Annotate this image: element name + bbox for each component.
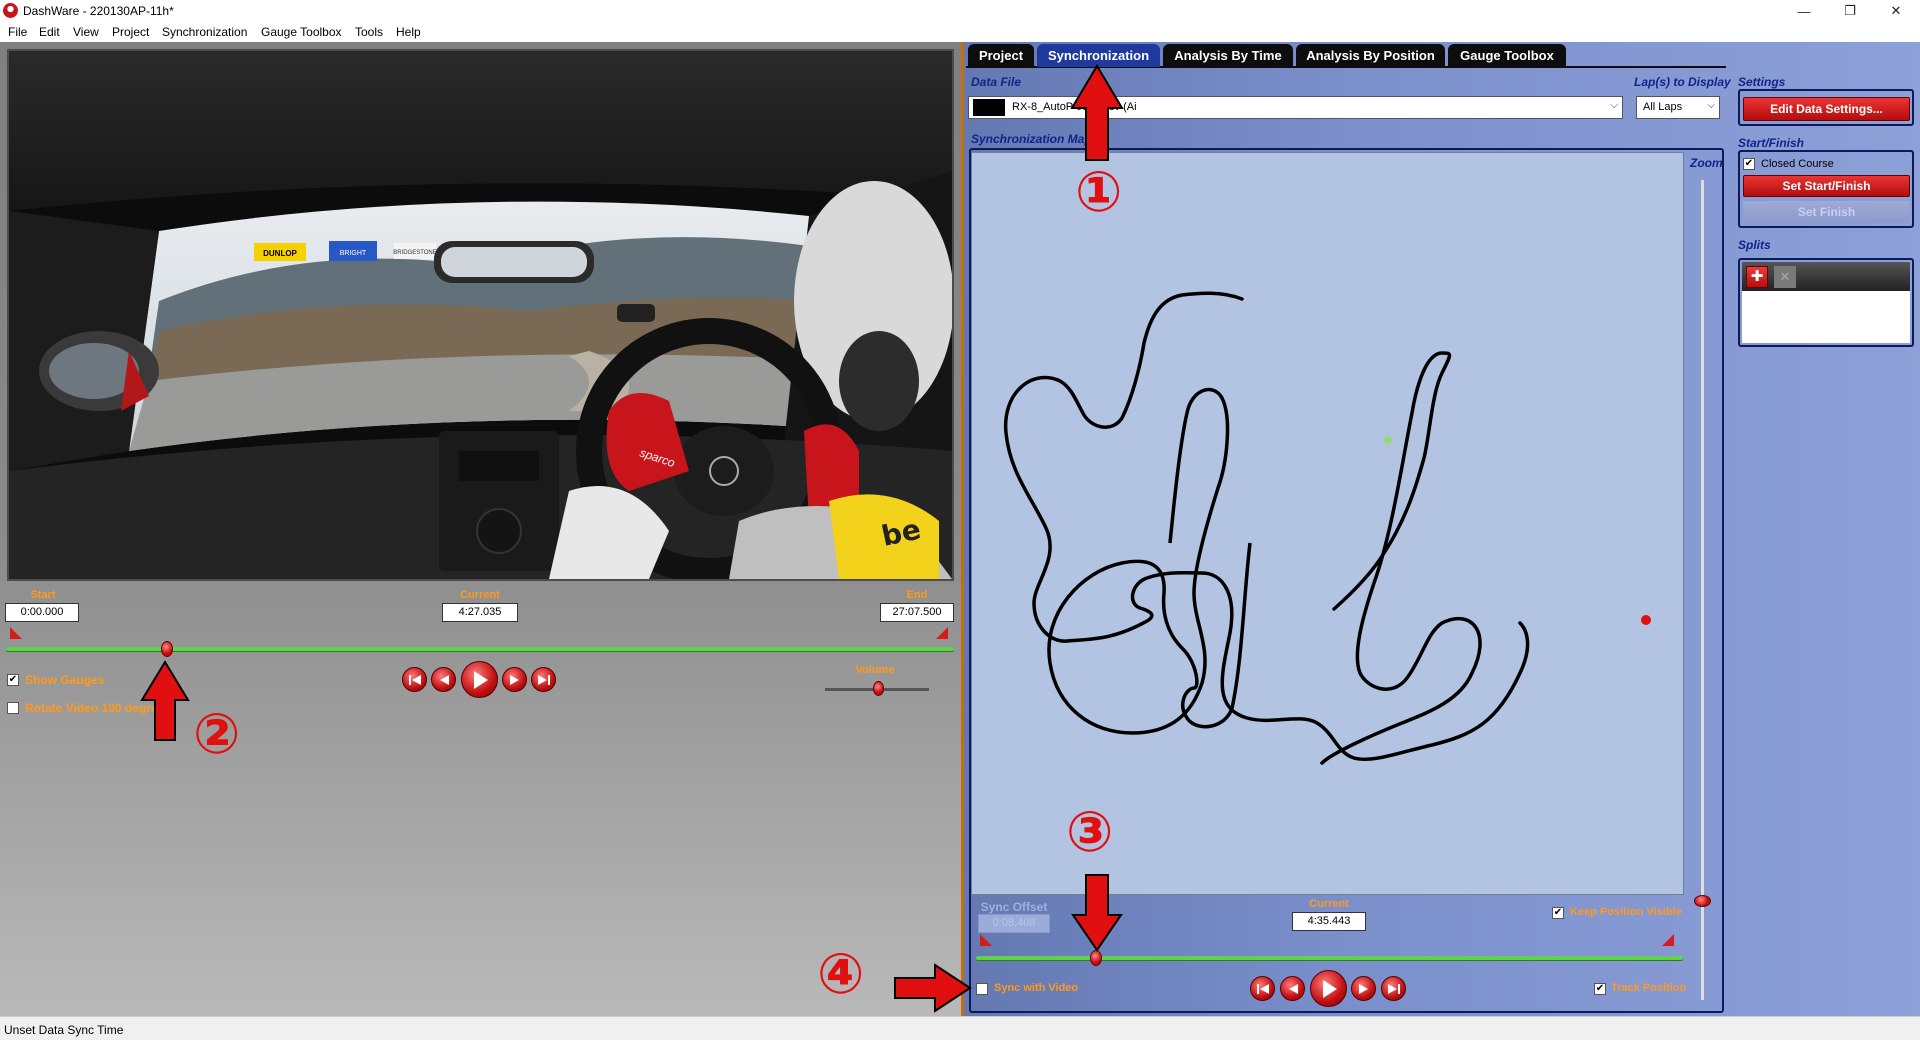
annotation-3: ③ bbox=[1066, 800, 1114, 865]
annotation-arrow-2 bbox=[140, 660, 190, 741]
status-bar: Unset Data Sync Time bbox=[0, 1016, 1920, 1040]
annotation-1: ① bbox=[1075, 160, 1123, 225]
annotation-arrow-3 bbox=[1071, 874, 1123, 952]
annotation-overlay bbox=[140, 64, 1651, 1013]
route-marker-red bbox=[1641, 615, 1651, 625]
route-marker-green bbox=[1384, 436, 1392, 444]
annotation-2: ② bbox=[193, 702, 241, 767]
annotation-arrow-1 bbox=[1070, 64, 1124, 161]
annotation-4: ④ bbox=[817, 942, 865, 1007]
status-text: Unset Data Sync Time bbox=[4, 1023, 124, 1037]
annotation-arrow-4 bbox=[894, 963, 972, 1013]
